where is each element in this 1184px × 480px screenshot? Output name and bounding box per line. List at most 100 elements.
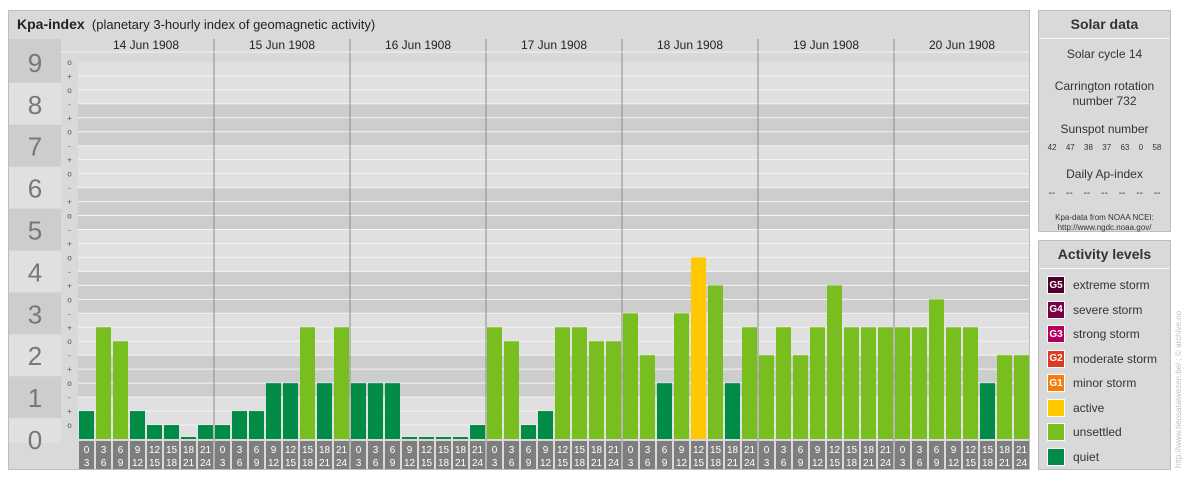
y-tick-label: 5 <box>28 216 42 246</box>
legend-item-g3: G3 strong storm <box>1039 322 1170 347</box>
kp-band <box>78 61 1029 104</box>
interval-end-label: 15 <box>285 458 297 469</box>
kp-bar <box>453 437 468 439</box>
kp-bar <box>334 327 349 439</box>
interval-start-label: 21 <box>336 445 348 456</box>
kp-bar <box>181 437 196 439</box>
sunspot-value: 38 <box>1084 143 1093 152</box>
interval-end-label: 3 <box>628 458 634 469</box>
interval-start-label: 21 <box>472 445 484 456</box>
sunspot-value: 47 <box>1065 143 1075 152</box>
y-minor-mark: o <box>67 170 72 179</box>
interval-end-label: 21 <box>727 458 739 469</box>
kp-bar <box>368 383 383 439</box>
interval-start-label: 12 <box>965 445 977 456</box>
interval-start-label: 6 <box>390 445 396 456</box>
y-minor-mark: + <box>67 156 72 165</box>
kp-bar <box>113 341 128 439</box>
interval-end-label: 3 <box>764 458 770 469</box>
interval-start-label: 18 <box>319 445 331 456</box>
sunspot-value: 42 <box>1047 143 1057 152</box>
kp-bar <box>997 355 1012 439</box>
kp-bar <box>79 411 94 439</box>
kp-bar <box>487 327 502 439</box>
legend-label: active <box>1073 400 1105 415</box>
kp-bar <box>538 411 553 439</box>
carrington-line2: number 732 <box>1072 94 1137 108</box>
interval-end-label: 9 <box>526 458 532 469</box>
interval-end-label: 9 <box>934 458 940 469</box>
interval-end-label: 9 <box>798 458 804 469</box>
y-minor-mark: - <box>68 226 71 235</box>
interval-end-label: 15 <box>421 458 433 469</box>
kp-bar <box>759 355 774 439</box>
interval-end-label: 6 <box>917 458 923 469</box>
kp-bar <box>657 383 672 439</box>
legend-label: minor storm <box>1073 376 1137 391</box>
interval-end-label: 6 <box>781 458 787 469</box>
kp-bar <box>266 383 281 439</box>
kp-bar <box>776 327 791 439</box>
y-minor-mark: o <box>67 379 72 388</box>
kp-band <box>78 229 1029 272</box>
interval-end-label: 15 <box>965 458 977 469</box>
kp-bar <box>419 437 434 439</box>
y-minor-mark: + <box>67 407 72 416</box>
legend-label: quiet <box>1073 449 1100 464</box>
kpa-chart-panel: Kpa-index (planetary 3-hourly index of g… <box>8 10 1030 470</box>
ap-value: -- <box>1101 188 1108 199</box>
interval-start-label: 9 <box>271 445 277 456</box>
interval-end-label: 3 <box>84 458 90 469</box>
interval-start-label: 12 <box>693 445 705 456</box>
interval-start-label: 18 <box>863 445 875 456</box>
interval-end-label: 21 <box>455 458 467 469</box>
ap-value: -- <box>1048 188 1056 199</box>
y-minor-mark: o <box>67 295 72 304</box>
interval-start-label: 9 <box>135 445 141 456</box>
kp-bar <box>810 327 825 439</box>
interval-end-label: 15 <box>693 458 705 469</box>
interval-end-label: 18 <box>846 458 858 469</box>
interval-start-label: 18 <box>727 445 739 456</box>
interval-end-label: 24 <box>200 458 212 469</box>
legend-item-g5: G5 extreme storm <box>1039 273 1170 298</box>
ap-value: -- <box>1136 188 1143 199</box>
kp-bar <box>844 327 859 439</box>
interval-start-label: 15 <box>710 445 722 456</box>
legend-label: severe storm <box>1073 302 1143 317</box>
kp-bar <box>164 425 179 439</box>
kp-bar <box>504 341 519 439</box>
interval-end-label: 3 <box>492 458 498 469</box>
legend-swatch-g2: G2 <box>1047 349 1065 368</box>
y-tick-label: 3 <box>28 299 42 329</box>
source-link[interactable]: http://www.ngdc.noaa.gov/ <box>1039 223 1170 233</box>
y-minor-mark: - <box>68 142 71 151</box>
kp-bar <box>351 383 366 439</box>
interval-start-label: 3 <box>781 445 787 456</box>
y-minor-mark: o <box>67 128 72 137</box>
y-minor-mark: o <box>67 421 72 430</box>
kp-bar <box>130 411 145 439</box>
interval-end-label: 6 <box>509 458 515 469</box>
ap-value: -- <box>1153 188 1161 199</box>
interval-start-label: 15 <box>846 445 858 456</box>
interval-end-label: 21 <box>319 458 331 469</box>
interval-start-label: 15 <box>302 445 314 456</box>
kp-bar <box>963 327 978 439</box>
activity-legend: G5 extreme storm G4 severe storm G3 stro… <box>1039 273 1170 469</box>
y-minor-mark: + <box>67 239 72 248</box>
legend-label: strong storm <box>1073 327 1140 342</box>
kp-bar <box>436 437 451 439</box>
legend-label: unsettled <box>1073 425 1122 440</box>
interval-end-label: 21 <box>863 458 875 469</box>
interval-end-label: 18 <box>574 458 586 469</box>
y-minor-mark: + <box>67 323 72 332</box>
interval-start-label: 0 <box>84 445 90 456</box>
interval-end-label: 24 <box>744 458 756 469</box>
y-tick-label: 9 <box>28 48 42 78</box>
kp-bar <box>198 425 213 439</box>
y-minor-mark: + <box>67 281 72 290</box>
y-tick-label: 0 <box>28 425 42 455</box>
sunspot-title: Sunspot number <box>1060 122 1149 136</box>
kp-bar <box>300 327 315 439</box>
